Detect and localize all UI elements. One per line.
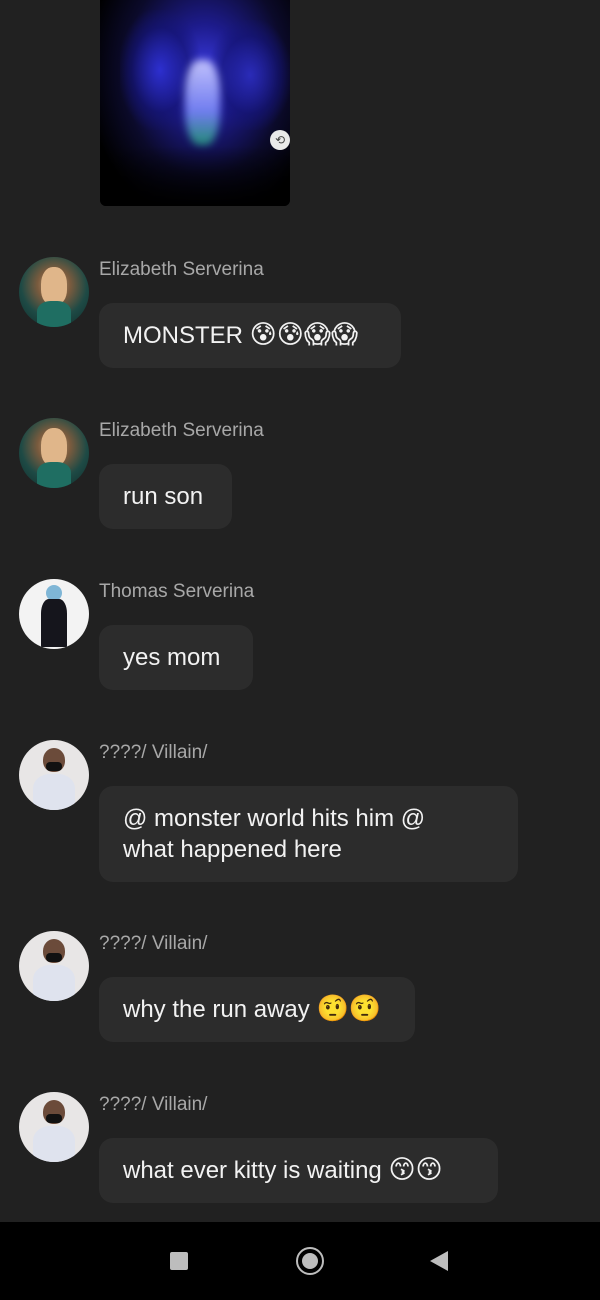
avatar[interactable]	[19, 740, 89, 810]
message-emoji: 🤨🤨	[316, 994, 382, 1024]
image-art	[185, 60, 220, 145]
triangle-back-icon[interactable]	[424, 1246, 454, 1276]
message-text: why the run away	[123, 996, 310, 1023]
message-bubble[interactable]: why the run away 🤨🤨	[99, 977, 415, 1042]
square-icon[interactable]	[164, 1246, 194, 1276]
avatar[interactable]	[19, 1092, 89, 1162]
message-text: yes mom	[123, 644, 221, 671]
sender-name[interactable]: ????/ Villain/	[99, 933, 207, 955]
message-bubble[interactable]: yes mom	[99, 625, 253, 690]
image-art	[210, 20, 290, 130]
avatar[interactable]	[19, 579, 89, 649]
share-icon[interactable]: ⟲	[270, 130, 290, 150]
sender-name[interactable]: ????/ Villain/	[99, 742, 207, 764]
message-text: run son	[123, 483, 204, 510]
avatar[interactable]	[19, 257, 89, 327]
sender-name[interactable]: ????/ Villain/	[99, 1094, 207, 1116]
message-text-line: what happened here	[123, 836, 342, 863]
message-text: what ever kitty is waiting	[123, 1157, 382, 1184]
message-bubble[interactable]: @ monster world hits him @ what happened…	[99, 786, 518, 882]
shared-image[interactable]: ⟲	[100, 0, 290, 206]
sender-name[interactable]: Thomas Serverina	[99, 581, 254, 603]
sender-name[interactable]: Elizabeth Serverina	[99, 420, 264, 442]
image-fade	[100, 146, 290, 206]
avatar[interactable]	[19, 931, 89, 1001]
navigation-bar	[0, 1222, 600, 1300]
message-text: MONSTER	[123, 322, 243, 349]
avatar[interactable]	[19, 418, 89, 488]
message-emoji: 😰😰😱😱	[249, 320, 359, 350]
circle-icon[interactable]	[295, 1246, 325, 1276]
message-bubble[interactable]: MONSTER 😰😰😱😱	[99, 303, 401, 368]
message-text-line: @ monster world hits him @	[123, 805, 426, 832]
message-bubble[interactable]: what ever kitty is waiting 😙😙	[99, 1138, 498, 1203]
message-bubble[interactable]: run son	[99, 464, 232, 529]
message-emoji: 😙😙	[388, 1155, 443, 1185]
sender-name[interactable]: Elizabeth Serverina	[99, 259, 264, 281]
